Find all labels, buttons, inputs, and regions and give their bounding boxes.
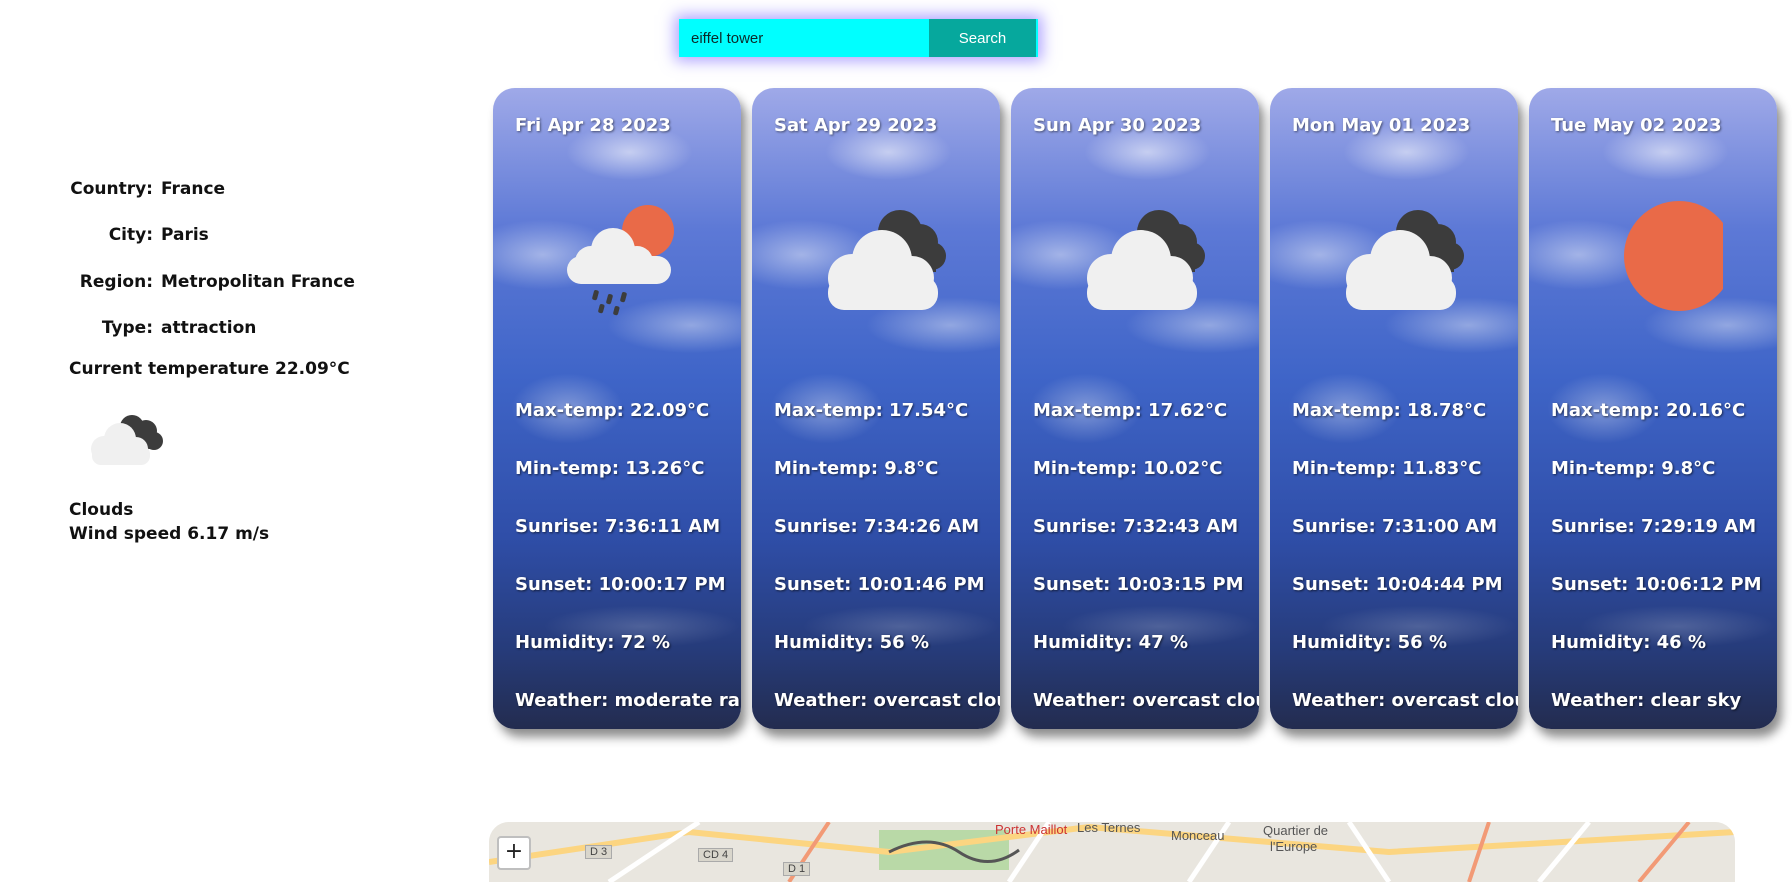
humidity: Humidity: 56 %	[774, 632, 930, 653]
min-temp: Min-temp: 11.83°C	[1292, 458, 1482, 479]
type-row: Type: attraction	[69, 318, 399, 338]
search-bar: Search	[679, 19, 1038, 57]
country-row: Country: France	[69, 179, 399, 199]
wind-speed: Wind speed 6.17 m/s	[69, 524, 270, 544]
min-temp: Min-temp: 9.8°C	[1551, 458, 1716, 479]
max-temp: Max-temp: 22.09°C	[515, 400, 710, 421]
city-row: City: Paris	[69, 225, 399, 245]
forecast-date: Mon May 01 2023	[1292, 115, 1471, 136]
humidity: Humidity: 47 %	[1033, 632, 1189, 653]
map-label: Les Ternes	[1077, 822, 1141, 835]
sunset: Sunset: 10:06:12 PM	[1551, 574, 1762, 595]
max-temp: Max-temp: 18.78°C	[1292, 400, 1487, 421]
clouds-icon	[91, 415, 163, 465]
country-label: Country:	[70, 179, 153, 199]
humidity: Humidity: 46 %	[1551, 632, 1707, 653]
forecast-date: Sun Apr 30 2023	[1033, 115, 1202, 136]
city-value: Paris	[161, 225, 209, 245]
map-label: Porte Maillot	[995, 822, 1068, 837]
humidity: Humidity: 72 %	[515, 632, 671, 653]
forecast-date: Sat Apr 29 2023	[774, 115, 938, 136]
road-shield: CD 4	[698, 848, 734, 862]
sunset: Sunset: 10:03:15 PM	[1033, 574, 1244, 595]
overcast-clouds-icon	[1346, 210, 1464, 310]
max-temp: Max-temp: 20.16°C	[1551, 400, 1746, 421]
sunrise: Sunrise: 7:34:26 AM	[774, 516, 980, 537]
condition-text: Clouds	[69, 500, 134, 520]
map-view[interactable]: + Porte Maillot Les Ternes Monceau Quart…	[489, 822, 1735, 882]
search-input[interactable]	[679, 19, 929, 57]
forecast-card: Mon May 01 2023 Max-temp: 18.78°C Min-te…	[1270, 88, 1518, 729]
max-temp: Max-temp: 17.62°C	[1033, 400, 1228, 421]
sunset: Sunset: 10:01:46 PM	[774, 574, 985, 595]
region-label: Region:	[79, 272, 153, 292]
current-temperature: Current temperature 22.09°C	[69, 359, 350, 379]
weather-description: Weather: clear sky	[1551, 690, 1742, 711]
min-temp: Min-temp: 10.02°C	[1033, 458, 1223, 479]
weather-description: Weather: moderate rain	[515, 690, 741, 711]
sunrise: Sunrise: 7:29:19 AM	[1551, 516, 1757, 537]
weather-description: Weather: overcast clouds	[1292, 690, 1518, 711]
min-temp: Min-temp: 9.8°C	[774, 458, 939, 479]
weather-description: Weather: overcast clouds	[1033, 690, 1259, 711]
map-label: Quartier de	[1263, 823, 1329, 838]
country-value: France	[161, 179, 226, 199]
humidity: Humidity: 56 %	[1292, 632, 1448, 653]
forecast-date: Fri Apr 28 2023	[515, 115, 671, 136]
search-button[interactable]: Search	[929, 19, 1038, 57]
forecast-date: Tue May 02 2023	[1551, 115, 1722, 136]
sunset: Sunset: 10:00:17 PM	[515, 574, 726, 595]
sunrise: Sunrise: 7:32:43 AM	[1033, 516, 1239, 537]
road-shield: D 3	[585, 845, 613, 859]
type-label: Type:	[101, 318, 153, 338]
forecast-card: Tue May 02 2023 Max-temp: 20.16°C Min-te…	[1529, 88, 1777, 729]
forecast-card: Sat Apr 29 2023 Max-temp: 17.54°C Min-te…	[752, 88, 1000, 729]
sunrise: Sunrise: 7:31:00 AM	[1292, 516, 1498, 537]
overcast-clouds-icon	[1087, 210, 1205, 310]
forecast-card: Fri Apr 28 2023 Max-temp: 22.09°C Min-te…	[493, 88, 741, 729]
sunset: Sunset: 10:04:44 PM	[1292, 574, 1503, 595]
rain-cloud-sun-icon	[567, 205, 674, 316]
zoom-in-button[interactable]: +	[497, 836, 531, 870]
forecast-card: Sun Apr 30 2023 Max-temp: 17.62°C Min-te…	[1011, 88, 1259, 729]
type-value: attraction	[161, 318, 257, 338]
road-shield: D 1	[783, 862, 811, 876]
min-temp: Min-temp: 13.26°C	[515, 458, 705, 479]
city-label: City:	[108, 225, 153, 245]
overcast-clouds-icon	[828, 210, 946, 310]
region-value: Metropolitan France	[161, 272, 355, 292]
max-temp: Max-temp: 17.54°C	[774, 400, 969, 421]
region-row: Region: Metropolitan France	[69, 272, 399, 292]
map-label: Monceau	[1171, 828, 1225, 843]
clear-sky-sun-icon	[1624, 201, 1723, 311]
sunrise: Sunrise: 7:36:11 AM	[515, 516, 721, 537]
map-label: l'Europe	[1270, 839, 1318, 854]
weather-description: Weather: overcast clouds	[774, 690, 1000, 711]
